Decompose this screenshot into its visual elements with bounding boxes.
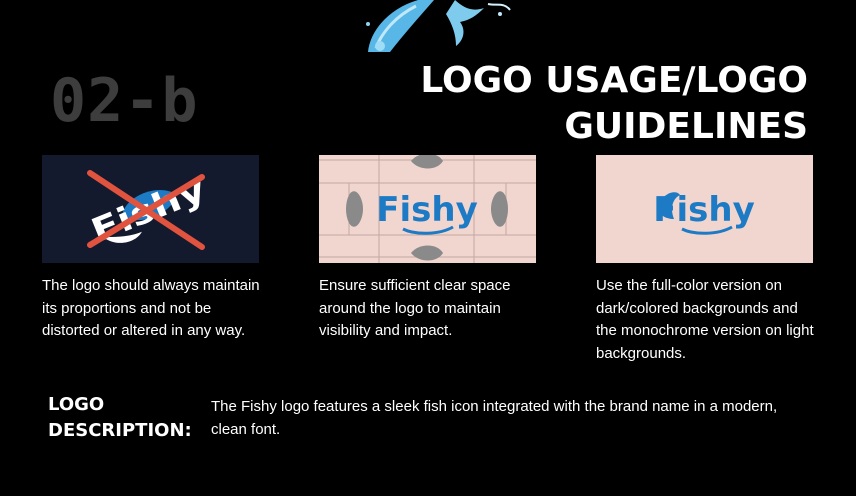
clear-space-example: Fishy (319, 155, 536, 263)
logo-wordmark-full-color: Fishy (653, 190, 755, 230)
guideline-caption-proportions: The logo should always maintain its prop… (42, 277, 260, 339)
full-color-logo-example: Fishy (596, 155, 813, 263)
logo-description-label: LOGO DESCRIPTION: (48, 392, 198, 444)
logo-wordmark-clear-space: Fishy (376, 190, 478, 230)
guideline-caption-clear-space: Ensure sufficient clear space around the… (319, 277, 511, 339)
logo-description-label-text: LOGO DESCRIPTION: (48, 394, 192, 441)
guideline-caption-color-versions: Use the full-color version on dark/color… (596, 277, 814, 362)
page-title: LOGO USAGE/LOGO GUIDELINES (420, 60, 808, 147)
distorted-logo-example: Fishy (42, 155, 259, 263)
fish-splash-image (366, 0, 511, 52)
section-number: 02-b (50, 66, 199, 136)
logo-description-text: The Fishy logo features a sleek fish ico… (211, 398, 778, 438)
